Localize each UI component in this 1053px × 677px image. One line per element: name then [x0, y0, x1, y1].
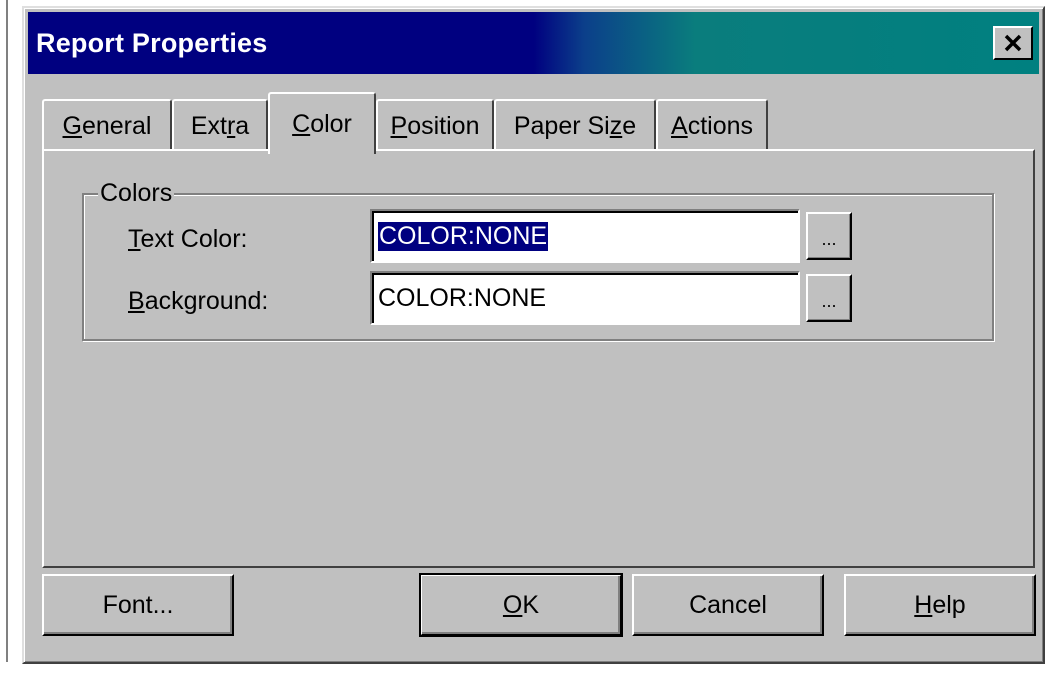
text-color-label-rest: ext Color:	[140, 225, 248, 253]
tab-position-underline: P	[390, 111, 408, 140]
ok-button[interactable]: OK	[419, 573, 623, 637]
help-button[interactable]: Help	[844, 574, 1036, 636]
tab-actions-rest: ctions	[687, 111, 753, 140]
tab-extra-pre: Ext	[190, 111, 227, 140]
help-button-rest: elp	[932, 590, 966, 619]
tab-color[interactable]: Color	[268, 92, 376, 154]
text-color-input[interactable]: COLOR:NONE	[370, 209, 800, 263]
text-color-browse-button[interactable]: ...	[806, 212, 852, 260]
tab-actions-underline: A	[671, 111, 688, 140]
text-color-browse-label: ...	[821, 229, 837, 249]
tab-paper-size-rest: e	[622, 111, 637, 140]
tab-paper-size[interactable]: Paper Si z e	[494, 99, 656, 151]
text-color-label-underline: T	[128, 225, 141, 253]
tab-color-underline: C	[292, 109, 311, 138]
window-title: Report Properties	[36, 27, 268, 58]
tab-general-rest: eneral	[81, 111, 152, 140]
cancel-button-label: Cancel	[689, 590, 767, 619]
tab-paper-size-pre: Paper Si	[513, 111, 610, 140]
background-edge-line	[6, 0, 8, 662]
tab-extra-underline: r	[226, 111, 236, 140]
title-bar[interactable]: Report Properties	[28, 12, 1039, 74]
text-color-label: Text Color:	[128, 225, 247, 254]
tab-paper-size-underline: z	[609, 111, 623, 140]
background-label: Background:	[128, 287, 268, 316]
tab-general-underline: G	[62, 111, 82, 140]
background-browse-label: ...	[821, 291, 837, 311]
font-button[interactable]: Font...	[42, 574, 234, 636]
color-tab-panel: Colors Text Color: COLOR:NONE ... Backgr…	[42, 149, 1035, 568]
text-color-value: COLOR:NONE	[378, 221, 549, 251]
tab-extra-rest: a	[235, 111, 250, 140]
tab-color-rest: olor	[310, 109, 352, 138]
ok-button-rest: K	[522, 590, 540, 619]
tab-position[interactable]: Position	[376, 99, 494, 151]
ok-button-underline: O	[502, 590, 523, 619]
help-button-underline: H	[914, 590, 933, 619]
tab-position-rest: osition	[407, 111, 480, 140]
colors-group-legend: Colors	[98, 179, 175, 208]
close-button[interactable]	[993, 26, 1033, 60]
close-icon	[1004, 34, 1022, 52]
background-label-underline: B	[128, 287, 145, 315]
report-properties-dialog: Report Properties General Ext r a Color Po…	[22, 6, 1045, 664]
background-color-value: COLOR:NONE	[378, 283, 547, 312]
background-color-input[interactable]: COLOR:NONE	[370, 271, 800, 325]
tab-extra[interactable]: Ext r a	[172, 99, 268, 151]
font-button-label: Font...	[102, 590, 174, 619]
tab-actions[interactable]: Actions	[656, 99, 768, 151]
background-browse-button[interactable]: ...	[806, 274, 852, 322]
tab-general[interactable]: General	[42, 99, 172, 151]
cancel-button[interactable]: Cancel	[632, 574, 824, 636]
background-label-rest: ackground:	[144, 287, 269, 315]
